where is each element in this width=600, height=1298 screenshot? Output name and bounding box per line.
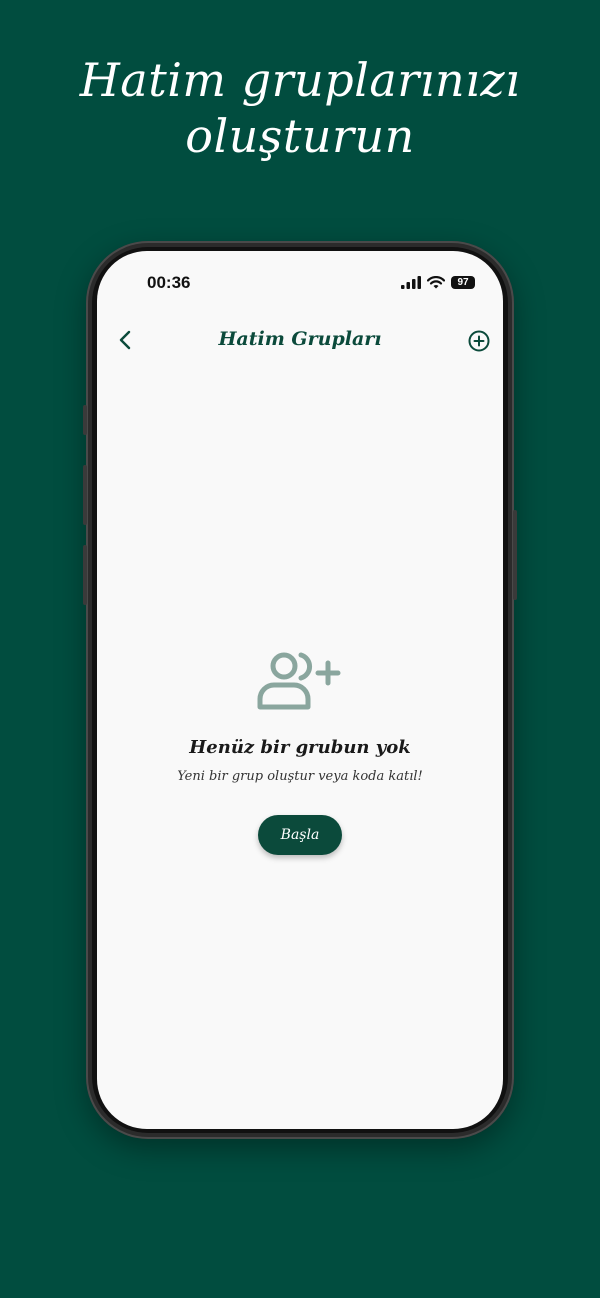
promo-headline: Hatim gruplarınızı oluşturun — [0, 52, 600, 164]
empty-state-title: Henüz bir grubun yok — [189, 737, 411, 758]
plus-circle-icon[interactable] — [467, 329, 491, 353]
empty-state-subtitle: Yeni bir grup oluştur veya koda katıl! — [177, 769, 423, 784]
phone-power-button — [513, 510, 517, 600]
phone-volume-down — [83, 545, 87, 605]
phone-volume-up — [83, 465, 87, 525]
promo-headline-line1: Hatim gruplarınızı — [79, 53, 521, 107]
status-icons: 97 — [401, 275, 475, 289]
promo-headline-line2: oluşturun — [185, 109, 415, 163]
signal-icon — [401, 275, 421, 289]
app-screen: 00:36 97 Hatim Grupları Henüz bir grubun… — [97, 251, 503, 1129]
user-plus-icon — [257, 652, 341, 710]
status-time: 00:36 — [147, 273, 191, 292]
phone-mute-switch — [83, 405, 87, 435]
start-button[interactable]: Başla — [258, 815, 342, 855]
page-title: Hatim Grupları — [218, 328, 382, 350]
wifi-icon — [427, 275, 445, 288]
battery-icon: 97 — [451, 275, 475, 289]
